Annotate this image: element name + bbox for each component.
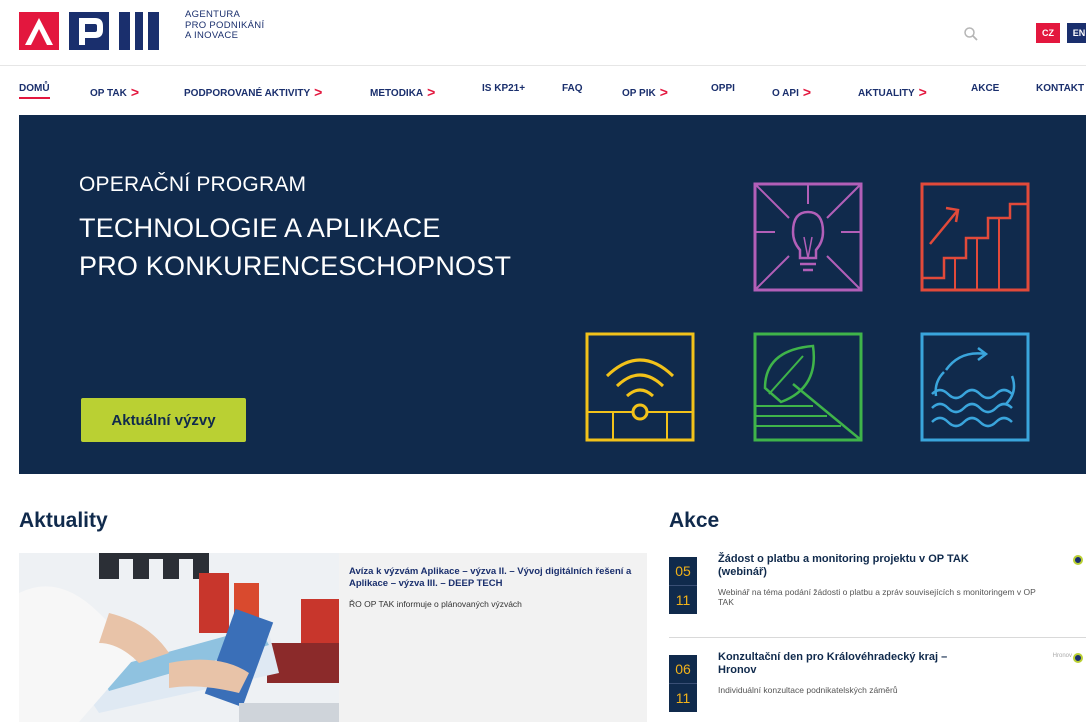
language-en-button[interactable]: EN (1067, 23, 1086, 43)
chevron-right-icon: > (427, 84, 436, 100)
nav-item-faq[interactable]: FAQ (562, 83, 583, 94)
event-month: 11 (675, 690, 691, 706)
nav-item-domu[interactable]: DOMŮ (19, 83, 50, 99)
hero-kicker: OPERAČNÍ PROGRAM (79, 173, 307, 196)
nav-item-label: DOMŮ (19, 83, 50, 94)
agency-line: A INOVACE (185, 30, 239, 41)
nav-item-oppi[interactable]: OPPI (711, 83, 735, 94)
lightbulb-icon (753, 182, 863, 297)
event-month: 11 (675, 592, 691, 608)
wifi-icon (585, 332, 695, 447)
location-pin-icon (1073, 653, 1083, 663)
logo-ii-mark (119, 12, 159, 50)
nav-item-label: PODPOROVANÉ AKTIVITY (184, 88, 311, 99)
hero-title: TECHNOLOGIE A APLIKACE PRO KONKURENCESCH… (79, 209, 511, 285)
growth-stairs-icon (920, 182, 1030, 297)
events-section-heading: Akce (669, 509, 720, 532)
hero-title-line: TECHNOLOGIE A APLIKACE (79, 213, 441, 243)
chevron-right-icon: > (918, 84, 927, 100)
event-title[interactable]: Žádost o platbu a monitoring projektu v … (718, 553, 988, 579)
chevron-right-icon: > (802, 84, 812, 100)
current-calls-button[interactable]: Aktuální výzvy (81, 398, 246, 442)
api-logo[interactable] (19, 12, 159, 50)
nav-item-label: OP TAK (90, 88, 127, 99)
chevron-right-icon: > (130, 84, 140, 100)
news-section-heading: Aktuality (19, 509, 108, 532)
nav-item-aktuality[interactable]: AKTUALITY > (858, 83, 927, 100)
hero-banner: OPERAČNÍ PROGRAM TECHNOLOGIE A APLIKACE … (19, 115, 1086, 474)
chevron-right-icon: > (659, 84, 668, 100)
leaf-icon (753, 332, 863, 447)
nav-item-label: FAQ (562, 83, 583, 94)
event-divider (669, 637, 1086, 638)
nav-item-label: AKTUALITY (858, 88, 915, 99)
event-item[interactable]: 06 11 Konzultační den pro Královéhradeck… (669, 651, 1086, 725)
logo-p-mark (69, 12, 109, 50)
nav-item-o-api[interactable]: O API > (772, 83, 812, 100)
event-date: 06 11 (669, 655, 697, 712)
event-description: Webinář na téma podání žádosti o platbu … (718, 587, 1036, 607)
main-navigation: DOMŮ OP TAK > PODPOROVANÉ AKTIVITY > METOD… (0, 65, 1086, 114)
event-day: 06 (669, 655, 697, 684)
agency-line: AGENTURA (185, 9, 241, 20)
nav-item-kontakt[interactable]: KONTAKT (1036, 83, 1084, 94)
news-card[interactable]: Avíza k výzvám Aplikace – výzva II. – Vý… (19, 553, 647, 722)
event-item[interactable]: 05 11 Žádost o platbu a monitoring proje… (669, 553, 1086, 627)
nav-item-akce[interactable]: AKCE (971, 83, 999, 94)
chevron-right-icon: > (314, 84, 323, 100)
nav-item-label: AKCE (971, 83, 1000, 94)
nav-item-label: METODIKA (370, 88, 424, 99)
event-date: 05 11 (669, 557, 697, 614)
nav-item-label: OP PIK (622, 88, 656, 99)
nav-item-is-kp21[interactable]: IS KP21+ (482, 83, 525, 94)
event-description: Individuální konzultace podnikatelských … (718, 685, 898, 695)
hero-title-line: PRO KONKURENCESCHOPNOST (79, 251, 512, 281)
event-place: Hronov (1052, 653, 1072, 659)
event-title[interactable]: Konzultační den pro Královéhradecký kraj… (718, 651, 988, 677)
news-excerpt: ŘO OP TAK informuje o plánovaných výzvác… (349, 599, 522, 609)
search-icon[interactable] (963, 26, 979, 42)
nav-item-podporovane-aktivity[interactable]: PODPOROVANÉ AKTIVITY > (184, 83, 323, 100)
nav-item-op-pik[interactable]: OP PIK > (622, 83, 668, 100)
water-cycle-icon (920, 332, 1030, 447)
logo-a-mark (19, 12, 59, 50)
event-day: 05 (669, 557, 697, 586)
news-title[interactable]: Avíza k výzvám Aplikace – výzva II. – Vý… (349, 566, 635, 590)
nav-item-op-tak[interactable]: OP TAK > (90, 83, 140, 100)
nav-item-label: IS KP21+ (482, 83, 526, 94)
agency-name: AGENTURA PRO PODNIKÁNÍ A INOVACE (185, 9, 264, 42)
news-image (19, 553, 339, 722)
nav-item-label: OPPI (711, 83, 735, 94)
location-pin-icon (1073, 555, 1083, 565)
nav-item-label: KONTAKT (1036, 83, 1085, 94)
site-header: AGENTURA PRO PODNIKÁNÍ A INOVACE CZ EN (0, 0, 1086, 65)
language-cz-button[interactable]: CZ (1036, 23, 1060, 43)
nav-item-metodika[interactable]: METODIKA > (370, 83, 436, 100)
nav-item-label: O API (772, 88, 799, 99)
